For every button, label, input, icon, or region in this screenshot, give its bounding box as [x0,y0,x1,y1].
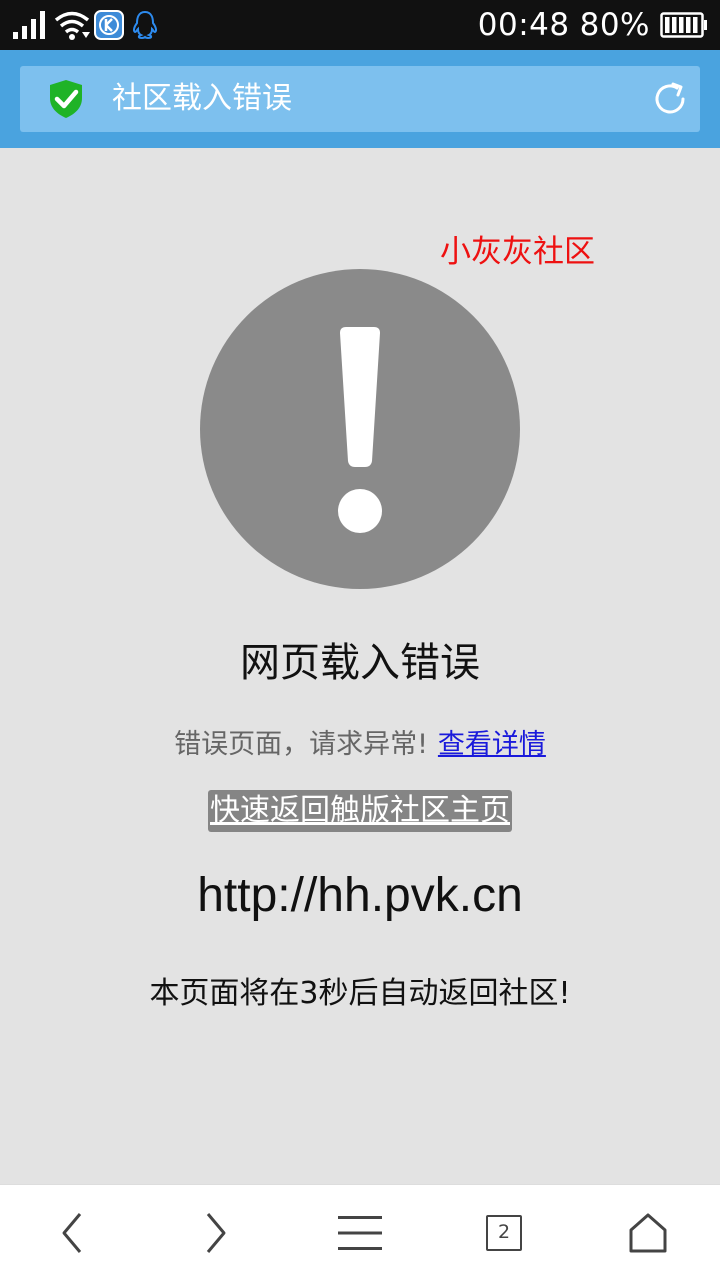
battery-icon [660,12,707,38]
back-to-community-button[interactable]: 快速返回触版社区主页 [208,790,512,832]
home-icon [629,1213,667,1253]
status-icons-left [12,10,160,40]
battery-percent: 80% [579,7,650,43]
page-title: 社区载入错误 [112,81,292,116]
tabs-button[interactable]: 2 [432,1185,576,1281]
back-button-row: 快速返回触版社区主页 [0,790,720,832]
details-link[interactable]: 查看详情 [438,729,546,760]
menu-button[interactable] [288,1185,432,1281]
error-heading: 网页载入错误 [240,640,480,686]
signal-icon [13,11,45,39]
back-button[interactable] [0,1185,144,1281]
wifi-icon [54,11,90,40]
tabs-icon: 2 [486,1215,522,1251]
clock: 00:48 [477,7,570,43]
site-watermark: 小灰灰社区 [440,234,595,270]
error-description: 错误页面，请求异常! [174,729,428,760]
forward-icon [206,1213,226,1253]
status-icons-right: 00:48 80% [478,6,708,44]
site-url: http://hh.pvk.cn [197,869,523,922]
menu-icon [338,1216,382,1250]
qq-icon [132,10,158,40]
browser-toolbar: 社区载入错误 [0,50,720,148]
refresh-icon[interactable] [652,81,688,117]
browser-bottom-bar: 2 [0,1184,720,1281]
forward-button[interactable] [144,1185,288,1281]
error-description-line: 错误页面，请求异常! 查看详情 [0,722,720,761]
exclamation-circle-icon [200,269,520,589]
status-bar: 00:48 80% [0,0,720,50]
shield-check-icon [50,80,82,118]
redirect-countdown: 本页面将在3秒后自动返回社区! [149,976,571,1011]
address-bar[interactable]: 社区载入错误 [20,66,700,132]
home-button[interactable] [576,1185,720,1281]
back-icon [62,1213,82,1253]
k-app-icon [94,10,124,40]
